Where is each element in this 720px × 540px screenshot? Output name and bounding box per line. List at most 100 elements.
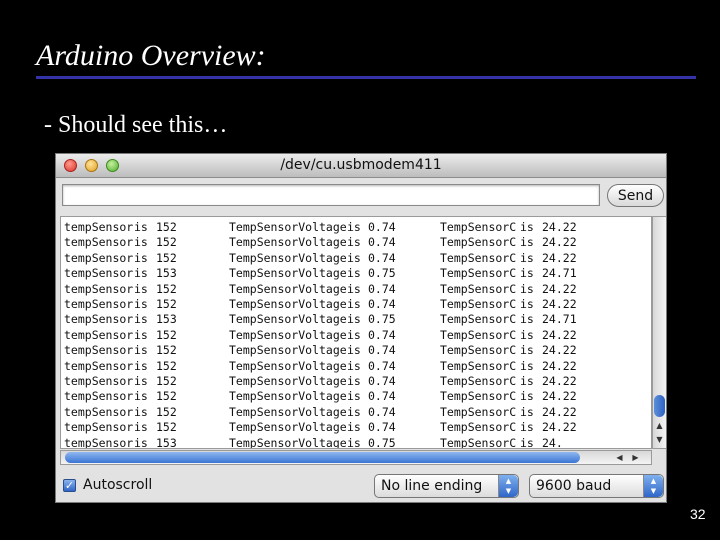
celsius-value: 24.22 <box>542 250 577 265</box>
serial-output-row: tempSensor is 152 TempSensorVoltage is 0.74 Te… <box>61 327 651 343</box>
celsius-value: 24.22 <box>542 389 577 404</box>
is-word: is <box>347 327 361 342</box>
is-word: is <box>134 327 148 342</box>
is-word: is <box>347 235 361 250</box>
arrow-right-icon[interactable]: ▶ <box>629 451 642 464</box>
celsius-label: TempSensorC <box>440 266 517 281</box>
serial-output-row: tempSensor is 153 TempSensorVoltage is 0.75 Te… <box>61 266 651 281</box>
celsius-label: TempSensorC <box>440 389 517 404</box>
serial-output-row: tempSensor is 152 TempSensorVoltage is 0.74 Te… <box>61 358 651 374</box>
line-ending-value: No line ending <box>381 478 483 494</box>
raw-reading: 152 <box>156 235 177 250</box>
raw-reading: 152 <box>156 343 177 358</box>
sensor-label: tempSensor <box>64 250 134 265</box>
horizontal-scroll-thumb[interactable] <box>65 452 580 463</box>
is-word: is <box>347 281 361 296</box>
voltage-label: TempSensorVoltage <box>229 358 347 373</box>
celsius-label: TempSensorC <box>440 235 517 250</box>
is-word: is <box>347 343 361 358</box>
celsius-label: TempSensorC <box>440 358 517 373</box>
up-down-arrows-icon: ▲ ▼ <box>498 475 518 497</box>
is-word: is <box>520 312 534 327</box>
celsius-value: 24.22 <box>542 404 577 419</box>
sensor-label: tempSensor <box>64 297 134 311</box>
serial-output-area[interactable]: tempSensor is 152 TempSensorVoltage is 0.74 Te… <box>60 216 652 449</box>
celsius-value: 24.22 <box>542 420 577 435</box>
sensor-label: tempSensor <box>64 435 134 449</box>
celsius-value: 24.22 <box>542 220 577 234</box>
horizontal-scrollbar[interactable]: ◀ ▶ <box>60 450 652 465</box>
is-word: is <box>134 235 148 250</box>
is-word: is <box>134 250 148 265</box>
voltage-label: TempSensorVoltage <box>229 327 347 342</box>
is-word: is <box>134 266 148 281</box>
arrow-down-icon[interactable]: ▼ <box>653 433 666 446</box>
voltage-value: 0.74 <box>368 297 396 311</box>
arrow-left-icon[interactable]: ◀ <box>613 451 626 464</box>
voltage-label: TempSensorVoltage <box>229 312 347 327</box>
voltage-value: 0.75 <box>368 435 396 449</box>
is-word: is <box>347 358 361 373</box>
serial-output-row: tempSensor is 152 TempSensorVoltage is 0.74 Te… <box>61 420 651 435</box>
send-input[interactable] <box>62 184 600 206</box>
voltage-label: TempSensorVoltage <box>229 281 347 296</box>
is-word: is <box>134 343 148 358</box>
celsius-label: TempSensorC <box>440 281 517 296</box>
raw-reading: 152 <box>156 220 177 234</box>
autoscroll-checkbox[interactable]: ✓ <box>63 479 76 492</box>
is-word: is <box>520 374 534 388</box>
vertical-scrollbar[interactable]: ▲ ▼ <box>652 216 666 449</box>
is-word: is <box>347 404 361 419</box>
serial-output-row: tempSensor is 152 TempSensorVoltage is 0.74 Te… <box>61 343 651 358</box>
voltage-label: TempSensorVoltage <box>229 404 347 419</box>
raw-reading: 152 <box>156 420 177 435</box>
voltage-label: TempSensorVoltage <box>229 343 347 358</box>
sensor-label: tempSensor <box>64 327 134 342</box>
voltage-label: TempSensorVoltage <box>229 297 347 311</box>
voltage-value: 0.75 <box>368 266 396 281</box>
raw-reading: 153 <box>156 435 177 449</box>
window-titlebar[interactable]: /dev/cu.usbmodem411 <box>56 154 666 178</box>
sensor-label: tempSensor <box>64 220 134 234</box>
sensor-label: tempSensor <box>64 281 134 296</box>
celsius-label: TempSensorC <box>440 374 517 388</box>
voltage-value: 0.75 <box>368 312 396 327</box>
baud-rate-select[interactable]: 9600 baud ▲ ▼ <box>529 474 664 498</box>
slide-title: Arduino Overview: <box>36 39 266 72</box>
voltage-value: 0.74 <box>368 220 396 234</box>
voltage-value: 0.74 <box>368 358 396 373</box>
sensor-label: tempSensor <box>64 235 134 250</box>
sensor-label: tempSensor <box>64 404 134 419</box>
raw-reading: 153 <box>156 266 177 281</box>
raw-reading: 152 <box>156 358 177 373</box>
is-word: is <box>134 312 148 327</box>
is-word: is <box>347 312 361 327</box>
page-number: 32 <box>690 506 706 522</box>
raw-reading: 152 <box>156 374 177 388</box>
serial-output-row: tempSensor is 152 TempSensorVoltage is 0.74 Te… <box>61 297 651 312</box>
celsius-label: TempSensorC <box>440 250 517 265</box>
is-word: is <box>347 250 361 265</box>
is-word: is <box>134 435 148 449</box>
window-title: /dev/cu.usbmodem411 <box>280 157 442 173</box>
voltage-value: 0.74 <box>368 404 396 419</box>
celsius-label: TempSensorC <box>440 435 517 449</box>
celsius-value: 24.22 <box>542 374 577 388</box>
voltage-value: 0.74 <box>368 281 396 296</box>
voltage-value: 0.74 <box>368 327 396 342</box>
celsius-value: 24.22 <box>542 343 577 358</box>
is-word: is <box>134 281 148 296</box>
celsius-label: TempSensorC <box>440 220 517 234</box>
vertical-scroll-thumb[interactable] <box>654 395 665 417</box>
is-word: is <box>520 281 534 296</box>
sensor-label: tempSensor <box>64 343 134 358</box>
celsius-label: TempSensorC <box>440 327 517 342</box>
sensor-label: tempSensor <box>64 266 134 281</box>
raw-reading: 152 <box>156 281 177 296</box>
arrow-up-icon[interactable]: ▲ <box>653 419 666 432</box>
line-ending-select[interactable]: No line ending ▲ ▼ <box>374 474 519 498</box>
is-word: is <box>520 404 534 419</box>
is-word: is <box>347 297 361 311</box>
send-button[interactable]: Send <box>607 184 664 207</box>
sensor-label: tempSensor <box>64 358 134 373</box>
